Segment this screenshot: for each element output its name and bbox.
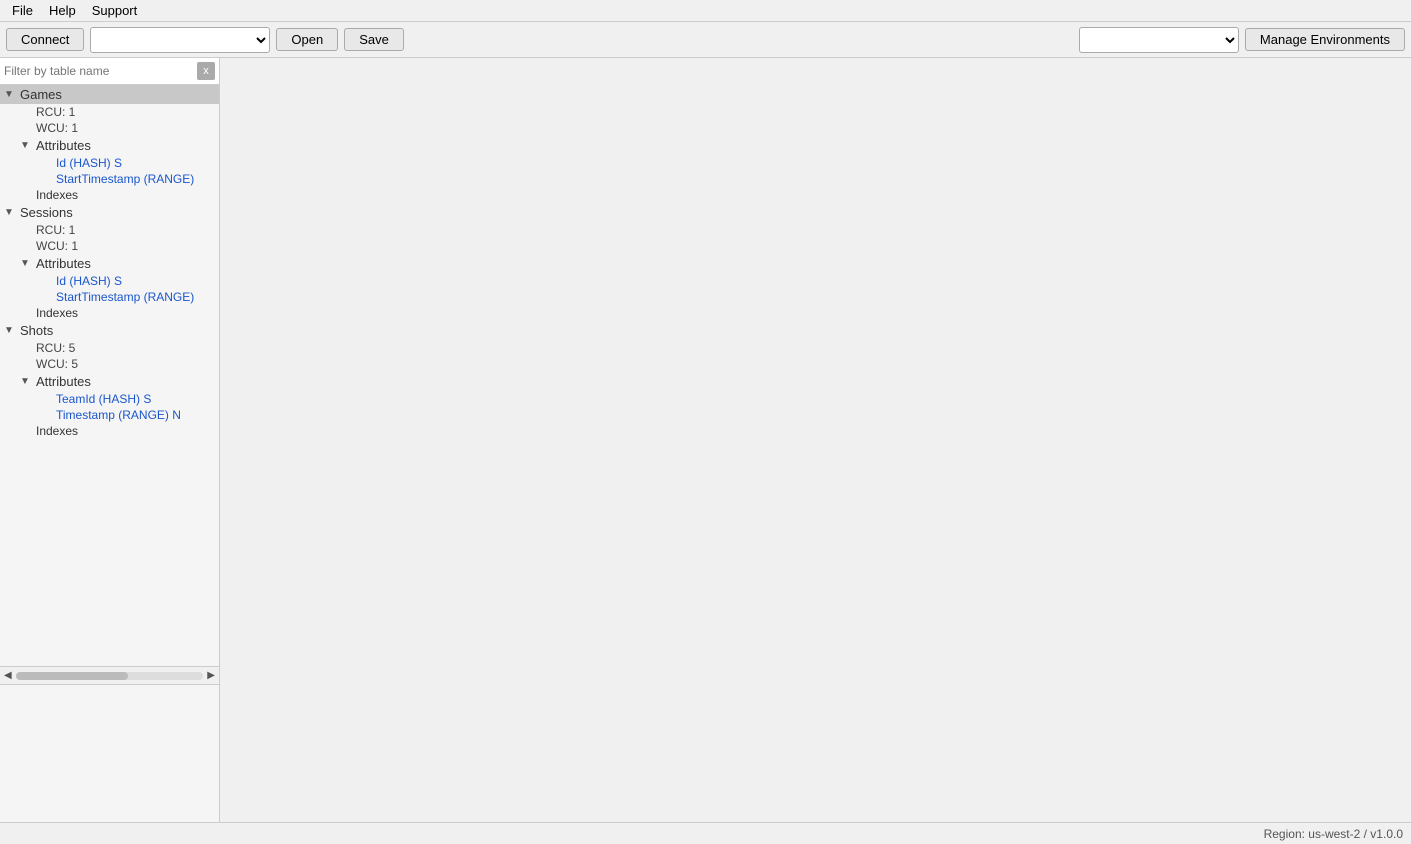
tree-label-shots-attributes[interactable]: ▼ Attributes [16, 372, 219, 391]
games-attributes-label: Attributes [36, 138, 91, 153]
menu-help[interactable]: Help [41, 1, 84, 20]
chevron-down-icon-games: ▼ [4, 89, 16, 100]
sessions-attributes-label: Attributes [36, 256, 91, 271]
tree-children-shots-attributes: TeamId (HASH) S Timestamp (RANGE) N [16, 391, 219, 423]
table-name-games: Games [20, 87, 62, 102]
shots-attr-1: Timestamp (RANGE) N [32, 407, 219, 423]
tree-children-sessions-attributes: Id (HASH) S StartTimestamp (RANGE) [16, 273, 219, 305]
content-area [220, 58, 1411, 844]
tree-label-sessions[interactable]: ▼ Sessions [0, 203, 219, 222]
toolbar: Connect Open Save Manage Environments [0, 22, 1411, 58]
games-indexes[interactable]: Indexes [16, 187, 219, 203]
tree-node-games-attributes: ▼ Attributes Id (HASH) S StartTimestamp … [16, 136, 219, 187]
shots-attr-0: TeamId (HASH) S [32, 391, 219, 407]
tree-label-games-attributes[interactable]: ▼ Attributes [16, 136, 219, 155]
shots-indexes[interactable]: Indexes [16, 423, 219, 439]
games-attr-1: StartTimestamp (RANGE) [32, 171, 219, 187]
shots-rcu: RCU: 5 [16, 340, 219, 356]
tree-node-shots-attributes: ▼ Attributes TeamId (HASH) S Timestamp (… [16, 372, 219, 423]
menu-bar: File Help Support [0, 0, 1411, 22]
table-name-sessions: Sessions [20, 205, 73, 220]
sessions-attr-0: Id (HASH) S [32, 273, 219, 289]
sessions-indexes[interactable]: Indexes [16, 305, 219, 321]
chevron-down-icon-sessions-attrs: ▼ [20, 258, 32, 269]
tree-children-games-attributes: Id (HASH) S StartTimestamp (RANGE) [16, 155, 219, 187]
games-wcu: WCU: 1 [16, 120, 219, 136]
sidebar-filter-input[interactable] [4, 64, 197, 78]
tree-node-games: ▼ Games RCU: 1 WCU: 1 ▼ Attributes Id (H… [0, 85, 219, 203]
chevron-down-icon-shots-attrs: ▼ [20, 376, 32, 387]
open-button[interactable]: Open [276, 28, 338, 51]
tree-label-games[interactable]: ▼ Games [0, 85, 219, 104]
sidebar-filter-bar: x [0, 58, 219, 85]
status-region: Region: us-west-2 / v1.0.0 [1264, 827, 1403, 841]
scroll-right-button[interactable]: ▶ [205, 670, 217, 681]
shots-attributes-label: Attributes [36, 374, 91, 389]
sidebar-filter-clear-button[interactable]: x [197, 62, 215, 80]
sessions-wcu: WCU: 1 [16, 238, 219, 254]
tree-children-sessions: RCU: 1 WCU: 1 ▼ Attributes Id (HASH) S S… [0, 222, 219, 321]
save-button[interactable]: Save [344, 28, 404, 51]
connect-button[interactable]: Connect [6, 28, 84, 51]
chevron-down-icon-sessions: ▼ [4, 207, 16, 218]
shots-wcu: WCU: 5 [16, 356, 219, 372]
games-attr-0: Id (HASH) S [32, 155, 219, 171]
manage-environments-button[interactable]: Manage Environments [1245, 28, 1405, 51]
status-bar: Region: us-west-2 / v1.0.0 [0, 822, 1411, 844]
tree-node-sessions: ▼ Sessions RCU: 1 WCU: 1 ▼ Attributes Id… [0, 203, 219, 321]
sessions-rcu: RCU: 1 [16, 222, 219, 238]
sidebar-bottom-panel [0, 684, 219, 844]
menu-file[interactable]: File [4, 1, 41, 20]
main-layout: x ▼ Games RCU: 1 WCU: 1 ▼ Attributes [0, 58, 1411, 844]
scroll-left-button[interactable]: ◀ [2, 670, 14, 681]
tree-label-sessions-attributes[interactable]: ▼ Attributes [16, 254, 219, 273]
sidebar-tree: ▼ Games RCU: 1 WCU: 1 ▼ Attributes Id (H… [0, 85, 219, 666]
scrollbar-track[interactable] [16, 672, 204, 680]
chevron-down-icon-shots: ▼ [4, 325, 16, 336]
games-rcu: RCU: 1 [16, 104, 219, 120]
chevron-down-icon-games-attrs: ▼ [20, 140, 32, 151]
sidebar: x ▼ Games RCU: 1 WCU: 1 ▼ Attributes [0, 58, 220, 844]
scrollbar-thumb [16, 672, 129, 680]
tree-label-shots[interactable]: ▼ Shots [0, 321, 219, 340]
environment-select[interactable] [1079, 27, 1239, 53]
menu-support[interactable]: Support [84, 1, 146, 20]
sessions-attr-1: StartTimestamp (RANGE) [32, 289, 219, 305]
tree-children-shots: RCU: 5 WCU: 5 ▼ Attributes TeamId (HASH)… [0, 340, 219, 439]
tree-children-games: RCU: 1 WCU: 1 ▼ Attributes Id (HASH) S S… [0, 104, 219, 203]
tree-node-sessions-attributes: ▼ Attributes Id (HASH) S StartTimestamp … [16, 254, 219, 305]
query-select[interactable] [90, 27, 270, 53]
tree-node-shots: ▼ Shots RCU: 5 WCU: 5 ▼ Attributes TeamI… [0, 321, 219, 439]
table-name-shots: Shots [20, 323, 53, 338]
sidebar-scrollbar: ◀ ▶ [0, 666, 219, 684]
